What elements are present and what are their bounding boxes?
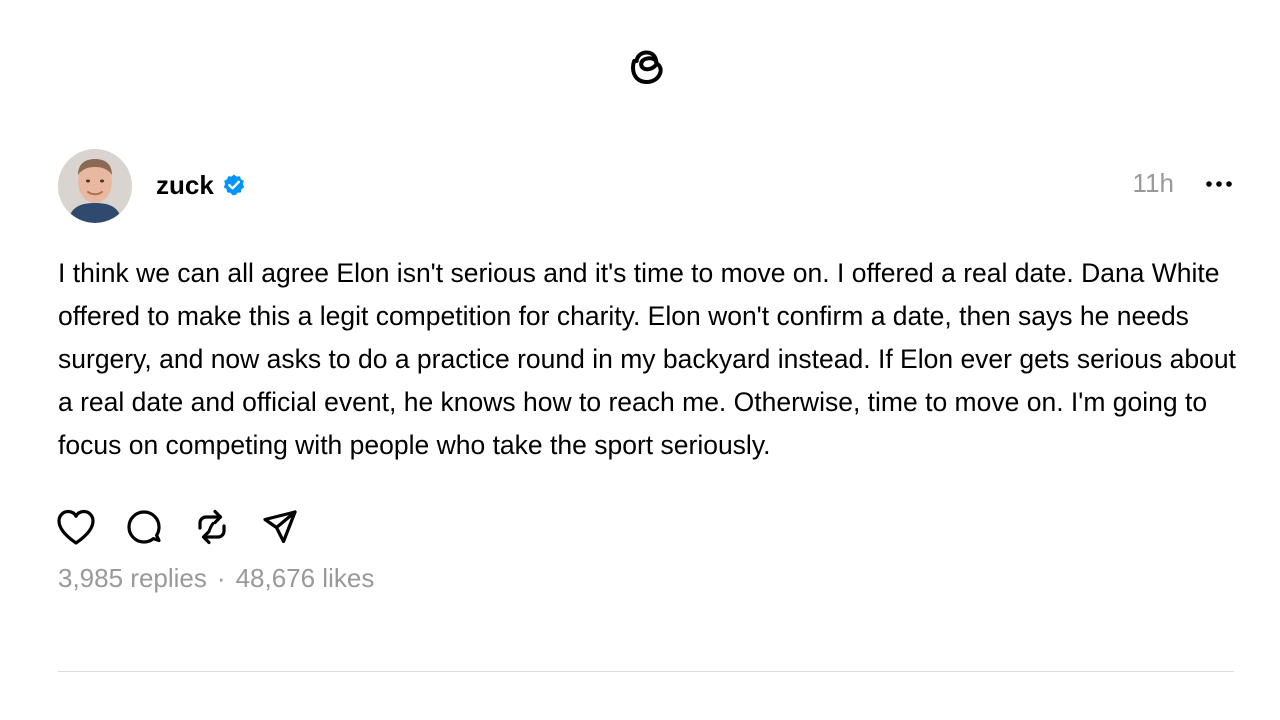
post-divider: [58, 671, 1234, 672]
post-stats: 3,985 replies · 48,676 likes: [58, 563, 1234, 594]
repost-icon[interactable]: [190, 505, 234, 549]
post-body-text: I think we can all agree Elon isn't seri…: [58, 258, 1236, 460]
post-meta: 11h: [1133, 168, 1234, 199]
verified-badge-icon: [222, 173, 246, 197]
share-icon[interactable]: [258, 505, 302, 549]
threads-page: zuck 11h I think we can all agree Elon i…: [0, 0, 1280, 720]
username[interactable]: zuck: [156, 170, 214, 201]
avatar[interactable]: [58, 149, 132, 223]
likes-count-link[interactable]: 48,676 likes: [236, 563, 375, 594]
author-info: zuck: [156, 170, 246, 201]
comment-icon[interactable]: [122, 505, 166, 549]
threads-logo-icon[interactable]: [624, 40, 670, 90]
post-actions: [57, 505, 1234, 549]
post-header: zuck 11h: [58, 148, 1234, 224]
heart-icon[interactable]: [54, 505, 98, 549]
timestamp[interactable]: 11h: [1133, 168, 1174, 199]
replies-count-link[interactable]: 3,985 replies: [58, 563, 207, 594]
more-horizontal-icon[interactable]: [1204, 169, 1234, 199]
stats-separator: ·: [216, 563, 226, 593]
thread-post: zuck 11h I think we can all agree Elon i…: [57, 148, 1236, 594]
